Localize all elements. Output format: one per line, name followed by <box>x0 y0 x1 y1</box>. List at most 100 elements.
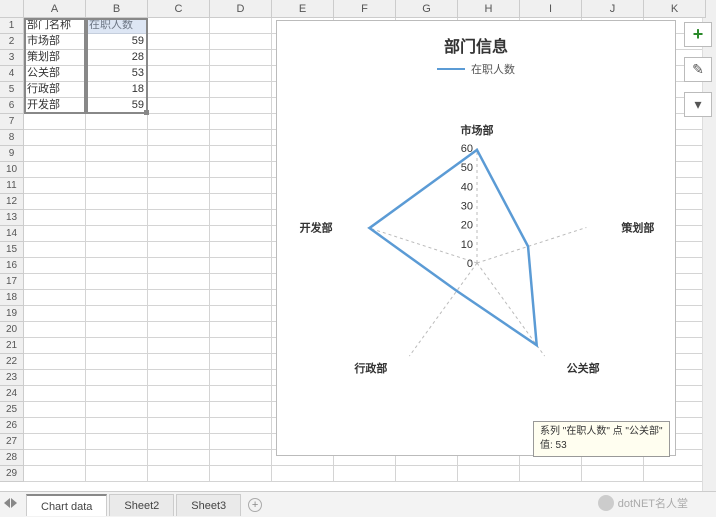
cell[interactable] <box>24 434 86 450</box>
cell[interactable] <box>86 290 148 306</box>
cell[interactable] <box>86 466 148 482</box>
row-header[interactable]: 2 <box>0 34 24 50</box>
cell[interactable]: 策划部 <box>24 50 86 66</box>
cell[interactable] <box>148 306 210 322</box>
cell[interactable] <box>24 274 86 290</box>
row-header[interactable]: 25 <box>0 402 24 418</box>
cell[interactable] <box>24 290 86 306</box>
cell[interactable] <box>148 402 210 418</box>
cell[interactable] <box>210 290 272 306</box>
radar-plot[interactable]: 0102030405060市场部策划部公关部行政部开发部 <box>277 83 675 443</box>
cell[interactable] <box>210 466 272 482</box>
row-header[interactable]: 14 <box>0 226 24 242</box>
cell[interactable] <box>210 82 272 98</box>
row-header[interactable]: 4 <box>0 66 24 82</box>
cell[interactable] <box>210 130 272 146</box>
cell[interactable] <box>210 306 272 322</box>
select-all-corner[interactable] <box>0 0 24 18</box>
cell[interactable] <box>210 66 272 82</box>
cell[interactable] <box>148 290 210 306</box>
chart-object[interactable]: 部门信息 在职人数 0102030405060市场部策划部公关部行政部开发部 系… <box>276 20 676 456</box>
cell[interactable] <box>148 130 210 146</box>
cell[interactable]: 公关部 <box>24 66 86 82</box>
cell[interactable] <box>24 370 86 386</box>
cell[interactable] <box>148 322 210 338</box>
cell[interactable] <box>24 162 86 178</box>
row-header[interactable]: 21 <box>0 338 24 354</box>
sheet-tab[interactable]: Sheet2 <box>109 494 174 516</box>
cell[interactable] <box>210 258 272 274</box>
sheet-tab[interactable]: Sheet3 <box>176 494 241 516</box>
cell[interactable] <box>86 322 148 338</box>
cell[interactable] <box>520 466 582 482</box>
cell[interactable] <box>148 386 210 402</box>
cell[interactable] <box>148 242 210 258</box>
col-header-J[interactable]: J <box>582 0 644 18</box>
cell[interactable] <box>24 258 86 274</box>
cell[interactable] <box>210 370 272 386</box>
cell[interactable] <box>86 274 148 290</box>
col-header-H[interactable]: H <box>458 0 520 18</box>
col-header-E[interactable]: E <box>272 0 334 18</box>
cell[interactable] <box>86 210 148 226</box>
cell[interactable] <box>148 210 210 226</box>
cell[interactable] <box>86 306 148 322</box>
cell[interactable]: 18 <box>86 82 148 98</box>
row-header[interactable]: 20 <box>0 322 24 338</box>
cell[interactable] <box>272 466 334 482</box>
cell[interactable] <box>458 466 520 482</box>
cell[interactable] <box>86 258 148 274</box>
cell[interactable] <box>210 242 272 258</box>
cell[interactable] <box>86 370 148 386</box>
cell[interactable] <box>24 386 86 402</box>
col-header-A[interactable]: A <box>24 0 86 18</box>
cell[interactable]: 市场部 <box>24 34 86 50</box>
cell[interactable] <box>24 194 86 210</box>
cell[interactable] <box>86 226 148 242</box>
cell[interactable] <box>210 434 272 450</box>
cell[interactable] <box>148 82 210 98</box>
row-header[interactable]: 5 <box>0 82 24 98</box>
chart-styles-button[interactable]: ✎ <box>684 57 712 82</box>
row-header[interactable]: 11 <box>0 178 24 194</box>
cell[interactable] <box>24 306 86 322</box>
chart-title[interactable]: 部门信息 <box>277 21 675 61</box>
cell[interactable] <box>148 338 210 354</box>
cell[interactable] <box>24 146 86 162</box>
cell[interactable] <box>86 178 148 194</box>
cell[interactable] <box>148 178 210 194</box>
row-header[interactable]: 1 <box>0 18 24 34</box>
cell[interactable] <box>86 386 148 402</box>
chart-legend[interactable]: 在职人数 <box>277 61 675 83</box>
cell[interactable] <box>24 338 86 354</box>
cell[interactable] <box>86 434 148 450</box>
cell[interactable] <box>148 274 210 290</box>
cell[interactable] <box>148 66 210 82</box>
cell[interactable]: 部门名称 <box>24 18 86 34</box>
cell[interactable] <box>210 450 272 466</box>
cell[interactable] <box>210 98 272 114</box>
cell[interactable] <box>210 402 272 418</box>
cell[interactable] <box>210 178 272 194</box>
row-header[interactable]: 16 <box>0 258 24 274</box>
cell[interactable] <box>24 242 86 258</box>
cell[interactable] <box>148 98 210 114</box>
row-header[interactable]: 12 <box>0 194 24 210</box>
row-header[interactable]: 29 <box>0 466 24 482</box>
cell[interactable] <box>148 194 210 210</box>
cell[interactable] <box>148 146 210 162</box>
cell[interactable] <box>210 322 272 338</box>
cell[interactable] <box>210 18 272 34</box>
cell[interactable] <box>582 466 644 482</box>
spreadsheet-grid[interactable]: ABCDEFGHIJK 1部门名称在职人数2市场部593策划部284公关部535… <box>0 0 716 491</box>
cell[interactable] <box>334 466 396 482</box>
cell[interactable] <box>86 242 148 258</box>
cell[interactable] <box>148 226 210 242</box>
row-header[interactable]: 19 <box>0 306 24 322</box>
cell[interactable]: 53 <box>86 66 148 82</box>
cell[interactable]: 59 <box>86 34 148 50</box>
cell[interactable] <box>210 338 272 354</box>
col-header-K[interactable]: K <box>644 0 706 18</box>
cell[interactable] <box>210 210 272 226</box>
chart-elements-button[interactable]: + <box>684 22 712 47</box>
